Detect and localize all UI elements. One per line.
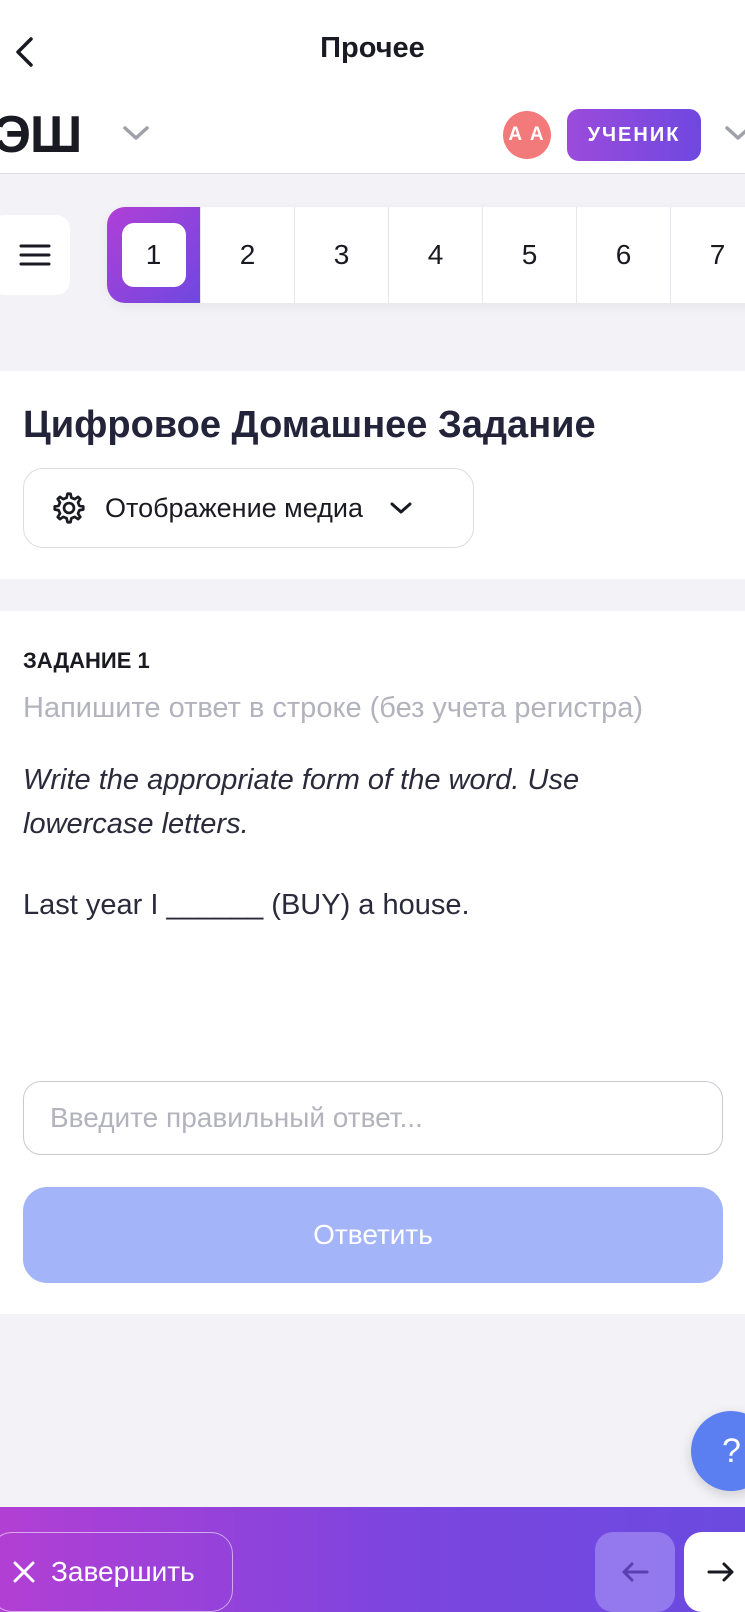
hamburger-icon [19,244,51,266]
question-nav-item-3[interactable]: 3 [295,207,389,303]
bottom-bar: Завершить [0,1507,745,1612]
answer-input[interactable] [23,1081,723,1155]
top-bar: Прочее [0,0,745,102]
question-nav-item-6[interactable]: 6 [577,207,671,303]
media-display-dropdown[interactable]: Отображение медиа [23,468,474,548]
menu-button[interactable] [0,215,70,295]
logo-text: ЭШ [0,106,82,164]
app-logo[interactable]: ЭШ [0,106,82,164]
task-number: ЗАДАНИЕ 1 [23,648,150,673]
question-nav-item-4[interactable]: 4 [389,207,483,303]
close-icon [13,1561,35,1583]
question-nav-item-7[interactable]: 7 [671,207,745,303]
chevron-down-icon[interactable] [122,124,150,142]
chevron-down-icon[interactable] [724,124,745,142]
task-hint: Напишите ответ в строке (без учета регис… [23,692,644,724]
task-sentence: Last year I ______ (BUY) a house. [23,889,470,921]
submit-button[interactable]: Ответить [23,1187,723,1283]
page-title: Цифровое Домашнее Задание [23,404,596,446]
role-badge[interactable]: УЧЕНИК [567,109,701,161]
gear-icon [53,492,85,524]
finish-label: Завершить [51,1556,195,1587]
app-bar: ЭШ A A УЧЕНИК [0,102,745,174]
avatar[interactable]: A A [503,111,551,159]
previous-button[interactable] [595,1532,675,1612]
task-instruction: Write the appropriate form of the word. … [23,764,580,840]
homework-header-card: Цифровое Домашнее Задание Отображение ме… [0,371,745,579]
question-nav: 1 2 3 4 5 6 7 [107,207,745,303]
question-nav-item-1[interactable]: 1 [107,207,201,303]
page-header-title: Прочее [320,32,425,64]
help-label: ? [722,1431,741,1470]
task-card: ЗАДАНИЕ 1 Напишите ответ в строке (без у… [0,611,745,1314]
chevron-down-icon [389,500,413,516]
media-display-label: Отображение медиа [105,492,364,523]
finish-button[interactable]: Завершить [0,1532,233,1612]
arrow-left-icon [622,1562,649,1582]
next-button[interactable] [684,1532,745,1612]
question-nav-item-5[interactable]: 5 [483,207,577,303]
arrow-right-icon [707,1562,734,1582]
help-button[interactable]: ? [691,1411,745,1491]
question-nav-item-2[interactable]: 2 [201,207,295,303]
